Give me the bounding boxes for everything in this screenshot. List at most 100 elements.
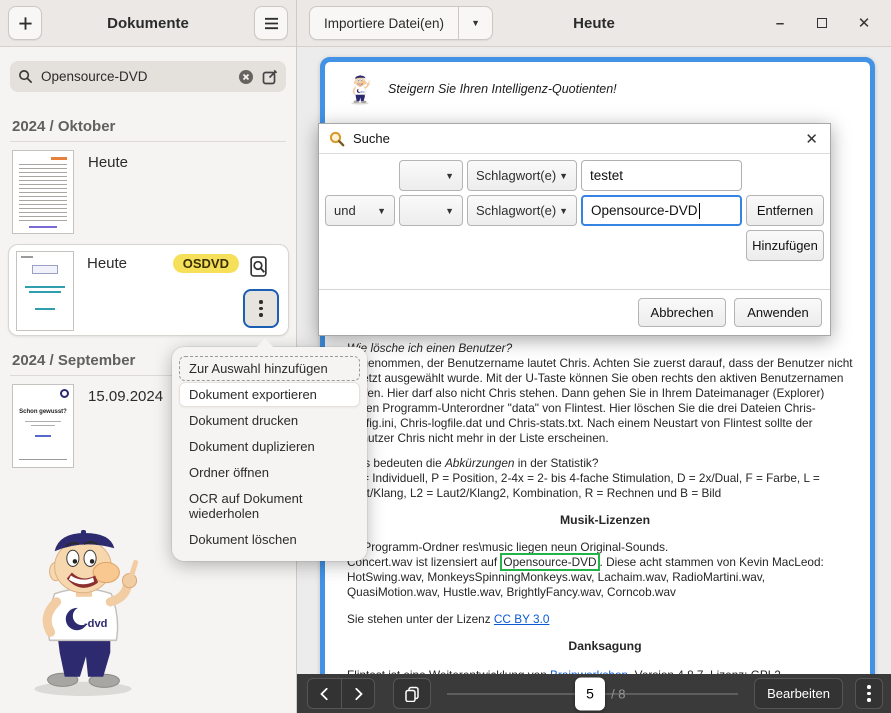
pages-overview-button[interactable] — [393, 678, 431, 709]
doc-section-title-thanks: Danksagung — [347, 639, 863, 654]
page-slider-thumb[interactable]: 5 — [575, 677, 605, 710]
find-in-document-icon — [249, 256, 268, 277]
new-document-button[interactable] — [8, 6, 42, 40]
chevron-down-icon: ▼ — [377, 206, 386, 216]
text-caret — [699, 203, 700, 219]
import-files-split-button: Importiere Datei(en) ▼ — [309, 6, 493, 40]
window-close-button[interactable]: ✕ — [855, 14, 873, 32]
menu-item-add-to-selection[interactable]: Zur Auswahl hinzufügen — [179, 356, 360, 381]
document-label: 15.09.2024 — [88, 388, 163, 405]
row-action-empty — [746, 160, 824, 191]
doc-paragraph: Im Programm-Ordner res\music liegen neun… — [347, 540, 863, 555]
close-icon: ✕ — [858, 14, 871, 32]
license-link[interactable]: CC BY 3.0 — [494, 612, 550, 626]
document-item-2-selected[interactable]: Heute OSDVD — [8, 244, 289, 336]
search-input-value: Opensource-DVD — [41, 69, 230, 84]
document-label: Heute — [88, 154, 128, 171]
main-menu-button[interactable] — [254, 6, 288, 40]
section-header-october: 2024 / Oktober — [12, 118, 284, 135]
search-dialog: Suche ✕ ▼ Schlagwort(e)▼ testet und▼ ▼ S… — [318, 123, 831, 336]
import-files-dropdown-button[interactable]: ▼ — [458, 7, 492, 39]
clear-search-icon[interactable] — [238, 69, 254, 85]
document-tagline: Steigern Sie Ihren Intelligenz-Quotiente… — [388, 82, 617, 96]
page-slider: 5 / 8 — [447, 674, 738, 713]
pages-overview-icon — [404, 686, 420, 702]
chevron-down-icon: ▼ — [445, 171, 454, 181]
menu-item-delete-document[interactable]: Dokument löschen — [179, 527, 360, 552]
document-context-menu: Zur Auswahl hinzufügen Dokument exportie… — [172, 347, 367, 561]
doc-question-title: Wie lösche ich einen Benutzer? — [347, 341, 863, 356]
app-window: Dokumente Opensource-DVD 2024 / Oktober … — [0, 0, 891, 713]
window-maximize-button[interactable] — [813, 14, 831, 32]
modifier-dropdown-2[interactable]: ▼ — [399, 195, 463, 226]
mascot-thumbnail-image — [347, 74, 374, 106]
chevron-down-icon: ▼ — [445, 206, 454, 216]
add-row-button[interactable]: Hinzufügen — [746, 230, 824, 261]
menu-item-print-document[interactable]: Dokument drucken — [179, 408, 360, 433]
chevron-left-icon — [318, 687, 332, 701]
plus-icon — [18, 16, 33, 31]
doc-section-title-music: Musik-Lizenzen — [347, 513, 863, 528]
field-dropdown-1[interactable]: Schlagwort(e)▼ — [467, 160, 577, 191]
apply-button[interactable]: Anwenden — [734, 298, 822, 327]
document-body-text: (3.2 – 2.5 nicht 2,3 - Minuszahlen werde… — [347, 312, 863, 683]
kebab-menu-icon — [259, 299, 263, 319]
search-term-input-2[interactable]: Opensource-DVD — [581, 195, 742, 226]
document-viewer: Steigern Sie Ihren Intelligenz-Quotiente… — [297, 47, 891, 713]
window-minimize-button[interactable]: – — [771, 14, 789, 32]
doc-paragraph: Angenommen, der Benutzername lautet Chri… — [347, 356, 863, 446]
search-icon — [18, 69, 33, 84]
context-menu-tail — [256, 338, 274, 348]
operator-cell-empty — [325, 160, 395, 191]
viewer-menu-button[interactable] — [855, 678, 883, 709]
doc-paragraph: Sie stehen unter der Lizenz CC BY 3.0 — [347, 612, 863, 627]
remove-row-button[interactable]: Entfernen — [746, 195, 824, 226]
minimize-icon: – — [776, 15, 784, 32]
search-input[interactable]: Opensource-DVD — [10, 61, 286, 92]
search-dialog-title: Suche — [353, 131, 795, 146]
previous-page-button[interactable] — [307, 678, 341, 709]
search-term-input-1[interactable]: testet — [581, 160, 742, 191]
main-header: Heute Importiere Datei(en) ▼ – ✕ — [297, 0, 891, 47]
hamburger-menu-icon — [264, 17, 279, 30]
dialog-search-icon — [329, 131, 345, 147]
search-dialog-titlebar: Suche ✕ — [319, 124, 830, 154]
menu-item-open-folder[interactable]: Ordner öffnen — [179, 460, 360, 485]
document-thumbnail — [16, 251, 74, 331]
next-page-button[interactable] — [341, 678, 375, 709]
document-thumbnail — [12, 150, 74, 234]
field-dropdown-2[interactable]: Schlagwort(e)▼ — [467, 195, 577, 226]
edit-search-icon[interactable] — [262, 69, 278, 85]
operator-dropdown-2[interactable]: und▼ — [325, 195, 395, 226]
chevron-down-icon: ▼ — [559, 171, 568, 181]
doc-paragraph: HotSwing.wav, MonkeysSpinningMonkeys.wav… — [347, 570, 863, 585]
modifier-dropdown-1[interactable]: ▼ — [399, 160, 463, 191]
page-navigation — [307, 678, 375, 709]
document-header: Steigern Sie Ihren Intelligenz-Quotiente… — [325, 62, 870, 106]
window-controls: – ✕ — [771, 14, 879, 32]
status-badge: OSDVD — [173, 254, 239, 273]
mascot-image — [10, 529, 162, 699]
chevron-right-icon — [351, 687, 365, 701]
doc-question-title: Was bedeuten die Abkürzungen in der Stat… — [347, 456, 863, 471]
main-area: Heute Importiere Datei(en) ▼ – ✕ Steiger… — [297, 0, 891, 713]
menu-item-repeat-ocr[interactable]: OCR auf Dokument wiederholen — [179, 486, 360, 526]
edit-button[interactable]: Bearbeiten — [754, 678, 843, 709]
page-total-label: / 8 — [611, 686, 625, 701]
doc-paragraph: QuasiMotion.wav, Hustle.wav, BrightlyFan… — [347, 585, 863, 600]
sidebar-header: Dokumente — [0, 0, 296, 47]
viewer-toolbar: 5 / 8 Bearbeiten — [297, 674, 891, 713]
menu-item-duplicate-document[interactable]: Dokument duplizieren — [179, 434, 360, 459]
doc-paragraph: IN = Individuell, P = Position, 2-4x = 2… — [347, 471, 863, 501]
document-item-1[interactable]: Heute — [0, 142, 296, 240]
document-label: Heute — [87, 255, 127, 272]
search-dialog-rows: ▼ Schlagwort(e)▼ testet und▼ ▼ Schlagwor… — [319, 154, 830, 267]
menu-item-export-document[interactable]: Dokument exportieren — [179, 382, 360, 407]
import-files-button[interactable]: Importiere Datei(en) — [310, 7, 458, 39]
dialog-close-icon[interactable]: ✕ — [803, 130, 820, 148]
document-kebab-menu-button[interactable] — [243, 289, 279, 328]
doc-paragraph: Concert.wav ist lizensiert auf Opensourc… — [347, 555, 863, 570]
cancel-button[interactable]: Abbrechen — [638, 298, 726, 327]
search-hit-highlight: Opensource-DVD — [500, 553, 599, 571]
chevron-down-icon: ▼ — [471, 18, 480, 28]
